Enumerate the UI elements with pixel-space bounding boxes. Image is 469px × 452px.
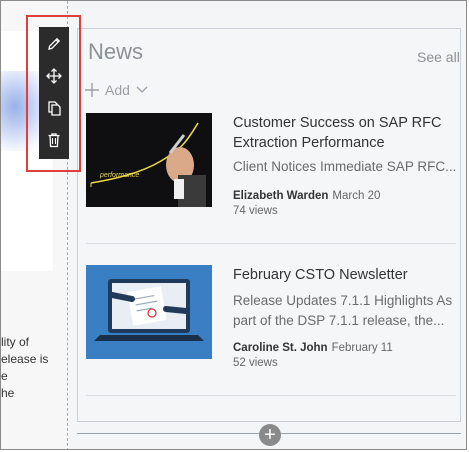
news-item-views: 52 views [233, 357, 278, 369]
news-item-date: February 11 [331, 342, 393, 354]
plus-icon [85, 83, 99, 97]
news-item-description: Client Notices Immediate SAP RFC... [233, 159, 457, 174]
add-label: Add [105, 82, 130, 98]
chevron-down-icon [136, 86, 148, 93]
news-divider [86, 243, 456, 244]
laptop-contract-image [86, 265, 212, 359]
left-text-line: he [1, 386, 15, 400]
page-frame: lity of elease is e he News See all Add … [0, 0, 467, 450]
toolbar-highlight-box [26, 15, 81, 172]
news-item-views: 74 views [233, 205, 278, 217]
add-news-button[interactable]: Add [85, 81, 148, 99]
news-item-meta: Caroline St. John February 11 [233, 341, 463, 356]
news-item-author[interactable]: Caroline St. John [233, 342, 328, 354]
news-thumbnail[interactable] [86, 265, 212, 359]
news-thumbnail[interactable]: performance [86, 113, 212, 207]
left-text-line: lity of [1, 335, 30, 349]
add-section-button[interactable]: + [259, 424, 281, 446]
news-item-meta: Elizabeth Warden March 20 [233, 189, 463, 204]
news-item[interactable]: February CSTO Newsletter Release Updates… [86, 265, 456, 375]
left-partial-text: lity of elease is e he [1, 334, 61, 402]
news-item-title[interactable]: Customer Success on SAP RFC Extraction P… [233, 113, 463, 153]
news-item-description: Release Updates 7.1.1 Highlights As part… [233, 293, 453, 328]
left-text-line: elease is [1, 352, 49, 366]
news-title: News [88, 39, 144, 64]
news-item[interactable]: performance Customer Success on SAP RFC … [86, 113, 456, 233]
news-item-date: March 20 [332, 190, 381, 202]
see-all-link[interactable]: See all [417, 49, 460, 65]
news-item-author[interactable]: Elizabeth Warden [233, 190, 328, 202]
thumb-label: performance [99, 172, 139, 179]
left-text-line: e [1, 369, 8, 383]
news-item-title[interactable]: February CSTO Newsletter [233, 265, 463, 285]
performance-chart-image: performance [86, 113, 212, 207]
news-divider [86, 395, 456, 396]
